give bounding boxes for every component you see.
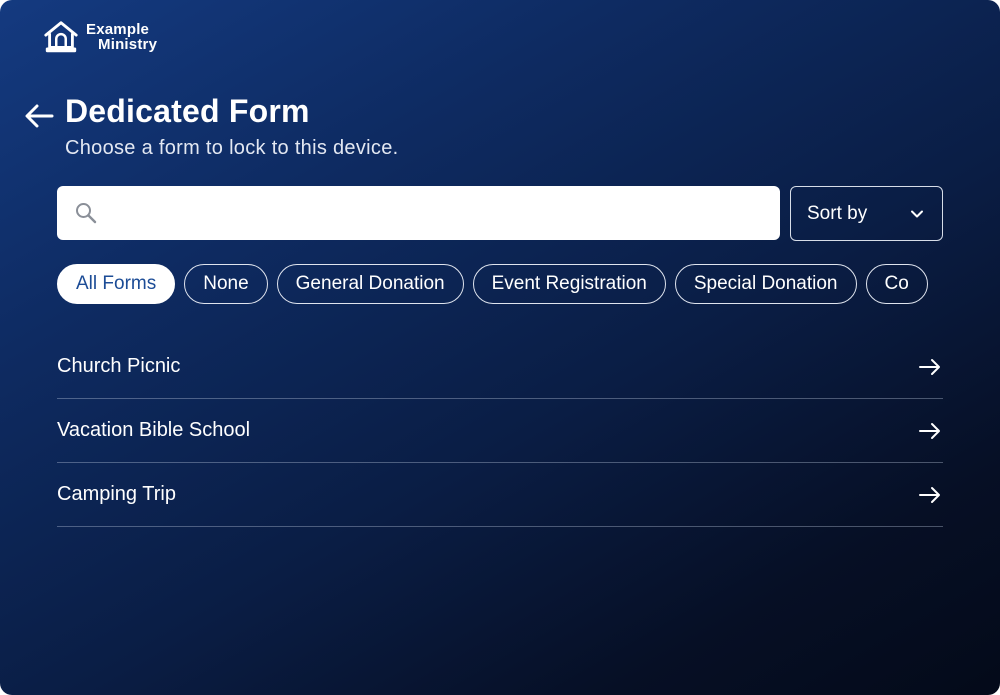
filter-chip-all-forms[interactable]: All Forms [57, 264, 176, 304]
list-item[interactable]: Church Picnic [57, 335, 943, 399]
search-input[interactable] [97, 186, 780, 240]
chevron-down-icon [911, 210, 923, 217]
brand-logo: Example Ministry [42, 18, 157, 56]
sort-dropdown[interactable]: Sort by [790, 186, 943, 241]
arrow-right-icon [919, 422, 940, 439]
brand-line-2: Ministry [98, 36, 158, 53]
list-item[interactable]: Camping Trip [57, 463, 943, 527]
search-icon [76, 203, 97, 224]
form-list: Church Picnic Vacation Bible School Camp… [57, 335, 943, 527]
filter-chip-none[interactable]: None [184, 264, 268, 304]
church-building-icon [44, 21, 78, 53]
brand-line-1: Example [86, 21, 150, 38]
filter-chip-general-donation[interactable]: General Donation [276, 264, 464, 304]
filter-chip-special-donation[interactable]: Special Donation [674, 264, 857, 304]
page-title: Dedicated Form [65, 93, 310, 129]
sort-label: Sort by [807, 202, 868, 224]
brand-name: Example Ministry [86, 22, 157, 52]
filter-chip-bar[interactable]: All Forms None General Donation Event Re… [57, 264, 943, 304]
page-subtitle: Choose a form to lock to this device. [65, 137, 399, 159]
list-item-label: Camping Trip [57, 483, 176, 505]
filter-chip-event-registration[interactable]: Event Registration [472, 264, 666, 304]
arrow-left-icon[interactable] [24, 103, 54, 129]
list-item[interactable]: Vacation Bible School [57, 399, 943, 463]
filter-chip-co[interactable]: Co [865, 264, 928, 304]
arrow-right-icon [919, 486, 940, 503]
arrow-right-icon [919, 358, 940, 375]
app-screen: Example Ministry Dedicated Form Choose a… [0, 0, 1000, 695]
list-item-label: Church Picnic [57, 355, 181, 377]
list-item-label: Vacation Bible School [57, 419, 251, 441]
search-box[interactable] [57, 186, 780, 240]
